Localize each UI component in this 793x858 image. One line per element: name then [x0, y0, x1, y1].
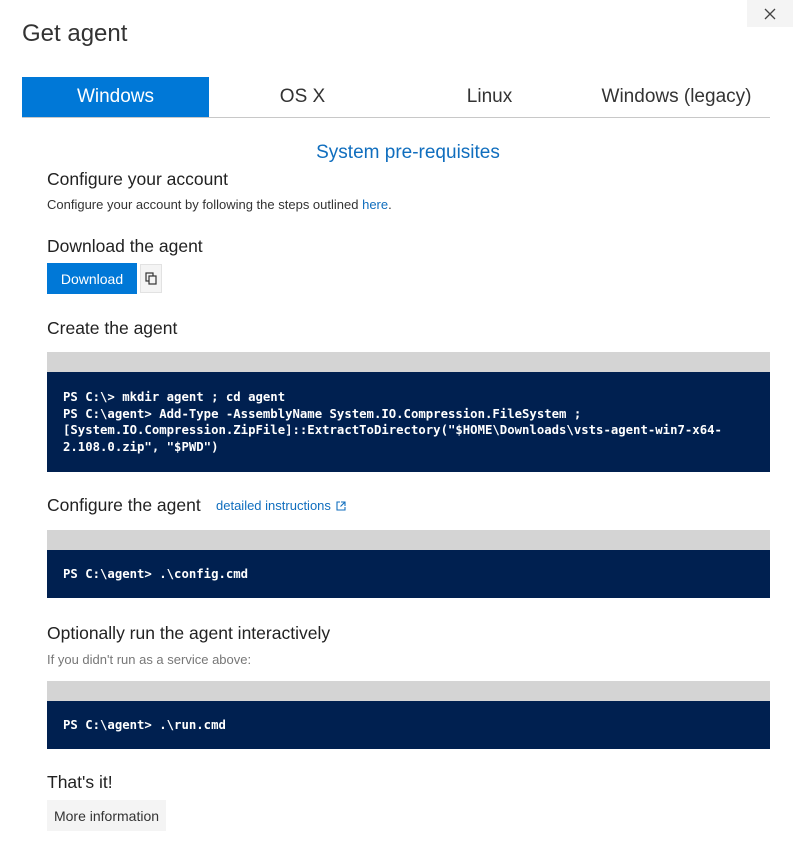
code-line: [System.IO.Compression.ZipFile]::Extract…	[63, 423, 722, 437]
run-agent-heading: Optionally run the agent interactively	[47, 623, 331, 643]
tab-osx[interactable]: OS X	[209, 77, 396, 117]
tab-linux[interactable]: Linux	[396, 77, 583, 117]
detailed-instructions-label: detailed instructions	[216, 498, 331, 513]
run-agent-note: If you didn't run as a service above:	[47, 652, 252, 667]
close-icon	[764, 8, 776, 19]
copy-url-button[interactable]	[140, 264, 162, 293]
code-line: PS C:\agent> .\run.cmd	[63, 717, 226, 732]
more-information-button[interactable]: More information	[47, 800, 166, 831]
thats-it-heading: That's it!	[47, 772, 113, 792]
tab-windows-legacy[interactable]: Windows (legacy)	[583, 77, 770, 117]
run-agent-code-block: PS C:\agent> .\run.cmd	[47, 681, 770, 749]
create-agent-code-block: PS C:\> mkdir agent ; cd agent PS C:\age…	[47, 352, 770, 472]
close-button[interactable]	[747, 0, 793, 27]
dialog-title: Get agent	[22, 20, 128, 47]
configure-account-text: Configure your account by following the …	[47, 197, 392, 212]
code-line: PS C:\agent> .\config.cmd	[63, 566, 249, 581]
copy-icon	[145, 272, 157, 285]
code-line: PS C:\> mkdir agent ; cd agent	[63, 390, 286, 404]
configure-agent-code-block: PS C:\agent> .\config.cmd	[47, 530, 770, 598]
configure-account-suffix: .	[388, 197, 392, 212]
system-prerequisites-label: System pre-requisites	[316, 142, 500, 163]
detailed-instructions-link[interactable]: detailed instructions	[216, 498, 346, 513]
create-agent-code[interactable]: PS C:\> mkdir agent ; cd agent PS C:\age…	[47, 372, 770, 472]
code-block-header	[47, 681, 770, 701]
download-agent-heading: Download the agent	[47, 236, 203, 256]
configure-agent-heading: Configure the agent	[47, 495, 201, 515]
tab-windows[interactable]: Windows	[22, 77, 209, 117]
code-line: PS C:\agent> Add-Type -AssemblyName Syst…	[63, 406, 582, 421]
code-line: 2.108.0.zip", "$PWD")	[63, 439, 219, 454]
create-agent-heading: Create the agent	[47, 318, 178, 338]
code-block-header	[47, 530, 770, 550]
code-block-header	[47, 352, 770, 372]
external-link-icon	[336, 500, 346, 511]
run-agent-code[interactable]: PS C:\agent> .\run.cmd	[47, 701, 770, 749]
configure-agent-code[interactable]: PS C:\agent> .\config.cmd	[47, 550, 770, 598]
here-link[interactable]: here	[362, 197, 388, 212]
system-prerequisites-link[interactable]: System pre-requisites	[22, 142, 793, 164]
platform-tabs: Windows OS X Linux Windows (legacy)	[22, 77, 770, 118]
download-button[interactable]: Download	[47, 263, 137, 294]
configure-account-heading: Configure your account	[47, 169, 228, 189]
configure-account-description: Configure your account by following the …	[47, 197, 363, 212]
